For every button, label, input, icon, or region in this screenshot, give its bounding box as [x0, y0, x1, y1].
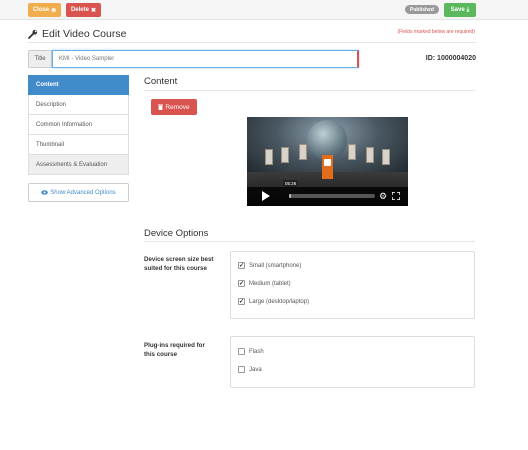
- save-button-label: Save: [450, 7, 465, 13]
- page-header: Edit Video Course: [28, 28, 126, 40]
- download-icon: ⤓: [466, 6, 470, 13]
- remove-button-label: Remove: [165, 103, 190, 111]
- checkbox-flash[interactable]: [238, 348, 245, 355]
- status-badge: Published: [405, 5, 439, 14]
- header-divider: [28, 42, 476, 43]
- video-scene-panel: [265, 149, 273, 165]
- video-time-tooltip: 05:26: [283, 180, 299, 187]
- screen-size-label: Device screen size best suited for this …: [144, 256, 214, 272]
- plugin-option-java-label: Java: [249, 366, 262, 373]
- trash-icon: [158, 104, 164, 110]
- title-field-label: Title: [28, 50, 52, 68]
- show-advanced-options-label: Show Advanced Options: [50, 189, 116, 196]
- sidebar-item-common-information[interactable]: Common Information: [28, 115, 129, 135]
- screen-option-medium[interactable]: ✓ Medium (tablet): [238, 280, 291, 287]
- video-scene-panel: [366, 147, 374, 163]
- video-scene-panel: [281, 147, 289, 163]
- remove-button[interactable]: Remove: [151, 99, 197, 115]
- video-scene-panel: [299, 144, 307, 160]
- close-button-label: Close: [32, 7, 50, 13]
- plugin-option-java[interactable]: Java: [238, 366, 262, 373]
- checkbox-medium[interactable]: ✓: [238, 280, 245, 287]
- sidebar-nav: Content Description Common Information T…: [28, 75, 129, 175]
- checkbox-java[interactable]: [238, 366, 245, 373]
- show-advanced-options-button[interactable]: Show Advanced Options: [28, 183, 129, 202]
- checkbox-large[interactable]: ✓: [238, 298, 245, 305]
- video-scene-booth: [322, 155, 333, 179]
- video-scene-panel: [382, 149, 390, 165]
- page-title: Edit Video Course: [42, 28, 127, 40]
- content-section-title: Content: [144, 76, 178, 87]
- plugin-options: Flash Java: [230, 336, 475, 388]
- fullscreen-icon[interactable]: [392, 192, 400, 200]
- checkbox-small[interactable]: ✓: [238, 262, 245, 269]
- plugin-option-flash[interactable]: Flash: [238, 348, 264, 355]
- title-field-group: Title KMI - Video Sampler: [28, 50, 359, 68]
- delete-x-icon: ✖: [90, 7, 97, 14]
- close-circle-icon: ⊗: [51, 7, 57, 14]
- close-button[interactable]: Close ⊗: [28, 3, 61, 17]
- required-fields-note: (Fields marked below are required): [397, 29, 475, 35]
- video-scene-panel: [348, 144, 356, 160]
- sidebar-item-assessments[interactable]: Assessments & Evaluation: [28, 155, 129, 175]
- course-id: ID: 1000004020: [425, 55, 476, 62]
- sidebar-item-description[interactable]: Description: [28, 95, 129, 115]
- screen-option-large[interactable]: ✓ Large (desktop/laptop): [238, 298, 309, 305]
- plugin-option-flash-label: Flash: [249, 348, 264, 355]
- device-options-title: Device Options: [144, 228, 209, 239]
- screen-option-small[interactable]: ✓ Small (smartphone): [238, 262, 301, 269]
- screen-option-medium-label: Medium (tablet): [249, 280, 291, 287]
- sidebar-item-content[interactable]: Content: [28, 75, 129, 95]
- video-seek-bar[interactable]: [289, 194, 375, 198]
- eye-icon: [41, 190, 49, 195]
- content-section-divider: [144, 90, 475, 91]
- delete-button[interactable]: Delete ✖: [66, 3, 101, 17]
- video-player[interactable]: 05:26 ⚙: [247, 117, 408, 206]
- save-button[interactable]: Save ⤓: [444, 3, 476, 17]
- gear-icon[interactable]: ⚙: [379, 191, 387, 201]
- title-input[interactable]: KMI - Video Sampler: [52, 50, 359, 68]
- play-icon[interactable]: [262, 191, 270, 201]
- screen-size-options: ✓ Small (smartphone) ✓ Medium (tablet) ✓…: [230, 251, 475, 319]
- video-scene-globe: [307, 120, 347, 160]
- screen-option-large-label: Large (desktop/laptop): [249, 298, 310, 305]
- video-seek-progress: [289, 194, 291, 198]
- delete-button-label: Delete: [70, 7, 89, 13]
- wrench-icon: [28, 29, 38, 39]
- sidebar-item-thumbnail[interactable]: Thumbnail: [28, 135, 129, 155]
- plugins-label: Plug-ins required for this course: [144, 342, 205, 358]
- screen-option-small-label: Small (smartphone): [249, 262, 302, 269]
- device-options-divider: [144, 241, 475, 242]
- video-controls-bar: ⚙: [247, 187, 408, 206]
